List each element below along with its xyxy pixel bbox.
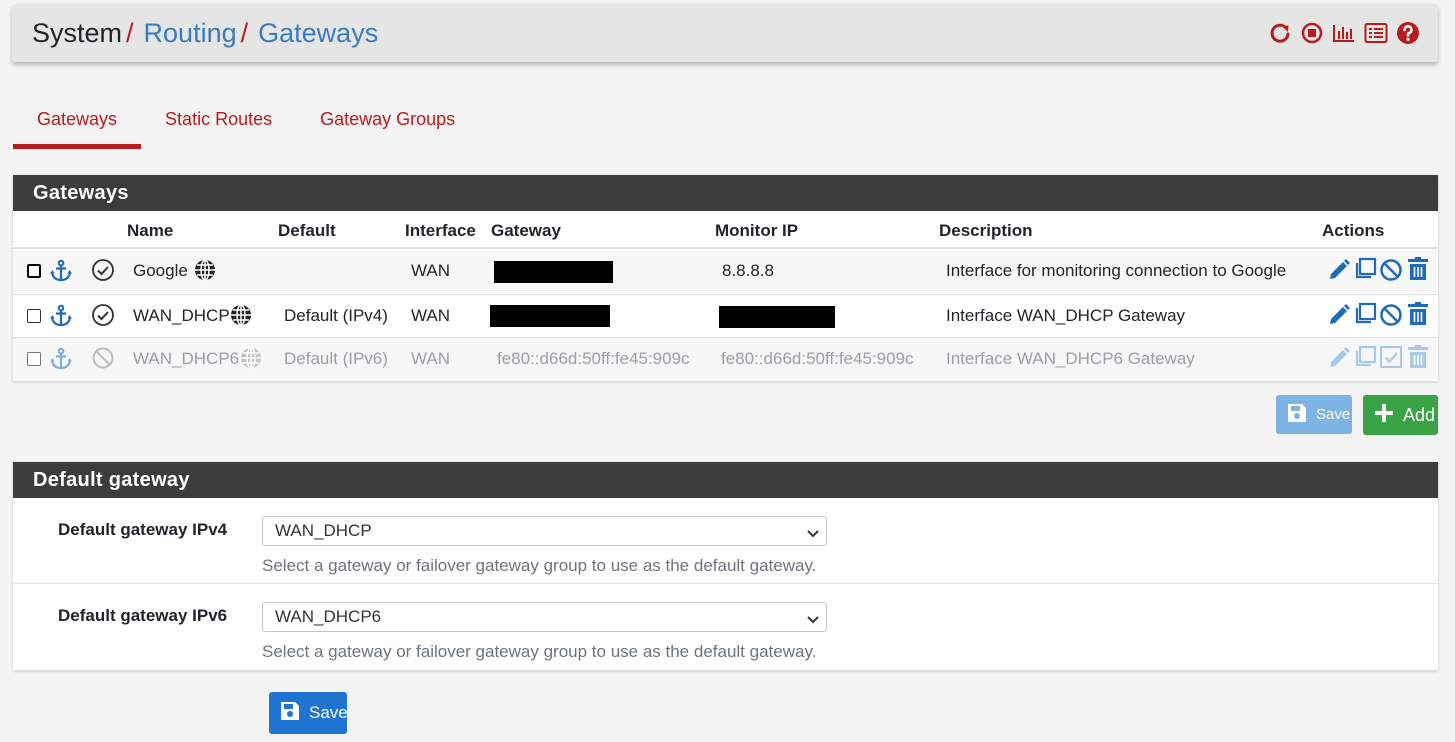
- gateway-default: Default (IPv6): [284, 349, 388, 368]
- gateway-name: WAN_DHCP: [133, 306, 230, 325]
- redacted-monitor-ip: [719, 306, 835, 328]
- globe-icon: [230, 304, 252, 331]
- copy-icon[interactable]: [1353, 257, 1377, 286]
- save-button-disabled[interactable]: Save: [1276, 395, 1352, 434]
- add-label: Add: [1403, 404, 1436, 425]
- reload-icon[interactable]: [1268, 21, 1292, 45]
- column-header-default[interactable]: Default: [278, 221, 336, 241]
- save-label: Save: [309, 703, 348, 722]
- column-header-description[interactable]: Description: [939, 221, 1033, 241]
- bar-chart-icon[interactable]: [1332, 21, 1356, 45]
- default-gateway-ipv4-label: Default gateway IPv4: [58, 520, 228, 539]
- redacted-gateway: [490, 305, 610, 327]
- help-text: Select a gateway or failover gateway gro…: [262, 642, 817, 661]
- trash-icon[interactable]: [1407, 302, 1429, 331]
- breadcrumb-separator: /: [240, 18, 249, 48]
- copy-icon[interactable]: [1353, 302, 1377, 331]
- chevron-down-icon: [806, 525, 820, 545]
- default-gateway-panel: Default gateway Default gateway IPv4 WAN…: [13, 462, 1438, 670]
- gateway-name: Google: [133, 261, 188, 280]
- breadcrumb-routing[interactable]: Routing: [144, 18, 237, 48]
- gateway-description: Interface WAN_DHCP6 Gateway: [946, 349, 1195, 368]
- gateway-name: WAN_DHCP6: [133, 349, 240, 368]
- row-checkbox[interactable]: [27, 309, 41, 323]
- check-circle-icon: [91, 303, 115, 332]
- enable-check-icon[interactable]: [1379, 345, 1403, 374]
- column-header-interface[interactable]: Interface: [405, 221, 476, 241]
- anchor-icon[interactable]: [49, 347, 73, 376]
- globe-icon: [194, 259, 216, 286]
- trash-icon[interactable]: [1407, 257, 1429, 286]
- save-label: Save: [1316, 406, 1351, 423]
- form-row-ipv4: Default gateway IPv4 WAN_DHCP Select a g…: [13, 498, 1438, 584]
- gateway-address: fe80::d66d:50ff:fe45:909c: [497, 349, 690, 368]
- table-row[interactable]: WAN_DHCP6 Default (IPv6) WAN fe80::d66d:…: [13, 337, 1438, 380]
- column-header-name[interactable]: Name: [127, 221, 173, 241]
- help-text: Select a gateway or failover gateway gro…: [262, 556, 817, 575]
- edit-pencil-icon[interactable]: [1327, 303, 1351, 332]
- tab-bar: Gateways Static Routes Gateway Groups: [13, 100, 479, 150]
- chevron-down-icon: [806, 611, 820, 631]
- list-icon[interactable]: [1364, 21, 1388, 45]
- panel-title: Default gateway: [13, 462, 1438, 498]
- table-row[interactable]: Google WAN 8.8.8.8 Interface for monitor…: [13, 250, 1438, 293]
- select-value: WAN_DHCP6: [275, 607, 382, 626]
- table-row[interactable]: WAN_DHCP Default (IPv4) WAN Interface WA…: [13, 294, 1438, 337]
- gateway-interface: WAN: [411, 306, 451, 325]
- copy-icon[interactable]: [1353, 345, 1377, 374]
- gateway-monitor-ip: fe80::d66d:50ff:fe45:909c: [721, 349, 914, 368]
- row-checkbox[interactable]: [27, 352, 41, 366]
- breadcrumb: System / Routing / Gateways: [32, 16, 378, 50]
- edit-pencil-icon[interactable]: [1327, 346, 1351, 375]
- breadcrumb-separator: /: [126, 18, 134, 48]
- save-icon: [279, 700, 301, 727]
- anchor-icon[interactable]: [49, 259, 73, 288]
- redacted-gateway: [494, 261, 613, 283]
- check-circle-icon: [91, 258, 115, 287]
- tab-static-routes[interactable]: Static Routes: [141, 100, 296, 149]
- save-button[interactable]: Save: [269, 692, 348, 734]
- anchor-icon[interactable]: [49, 304, 73, 333]
- disabled-circle-icon: [91, 346, 115, 375]
- page-header: System / Routing / Gateways: [12, 4, 1438, 62]
- table-header: Name Default Interface Gateway Monitor I…: [13, 211, 1438, 249]
- gateway-interface: WAN: [411, 349, 451, 368]
- form-row-ipv6: Default gateway IPv6 WAN_DHCP6 Select a …: [13, 584, 1438, 670]
- gateway-default: Default (IPv4): [284, 306, 388, 325]
- column-header-gateway[interactable]: Gateway: [491, 221, 561, 241]
- default-gateway-ipv6-select[interactable]: WAN_DHCP6: [262, 602, 827, 632]
- default-gateway-ipv6-label: Default gateway IPv6: [58, 606, 228, 625]
- tab-gateways[interactable]: Gateways: [13, 100, 142, 149]
- tab-gateway-groups[interactable]: Gateway Groups: [296, 100, 479, 149]
- help-icon[interactable]: [1396, 21, 1420, 45]
- plus-icon: [1373, 402, 1395, 429]
- gateway-monitor-ip: 8.8.8.8: [722, 261, 774, 280]
- save-icon: [1286, 402, 1308, 428]
- disable-icon[interactable]: [1379, 258, 1403, 287]
- gateway-description: Interface for monitoring connection to G…: [946, 261, 1287, 280]
- disable-icon[interactable]: [1379, 303, 1403, 332]
- add-button[interactable]: Add: [1363, 395, 1438, 435]
- select-value: WAN_DHCP: [275, 521, 372, 540]
- gateway-interface: WAN: [411, 261, 451, 280]
- row-checkbox[interactable]: [27, 264, 41, 278]
- column-header-monitor-ip[interactable]: Monitor IP: [715, 221, 798, 241]
- panel-title: Gateways: [13, 175, 1438, 211]
- stop-icon[interactable]: [1300, 21, 1324, 45]
- globe-icon: [240, 347, 262, 374]
- gateway-description: Interface WAN_DHCP Gateway: [946, 306, 1186, 325]
- breadcrumb-gateways[interactable]: Gateways: [258, 18, 378, 48]
- column-header-actions: Actions: [1322, 221, 1385, 240]
- breadcrumb-system: System: [32, 18, 123, 48]
- default-gateway-ipv4-select[interactable]: WAN_DHCP: [262, 516, 827, 546]
- edit-pencil-icon[interactable]: [1327, 258, 1351, 287]
- trash-icon[interactable]: [1407, 345, 1429, 374]
